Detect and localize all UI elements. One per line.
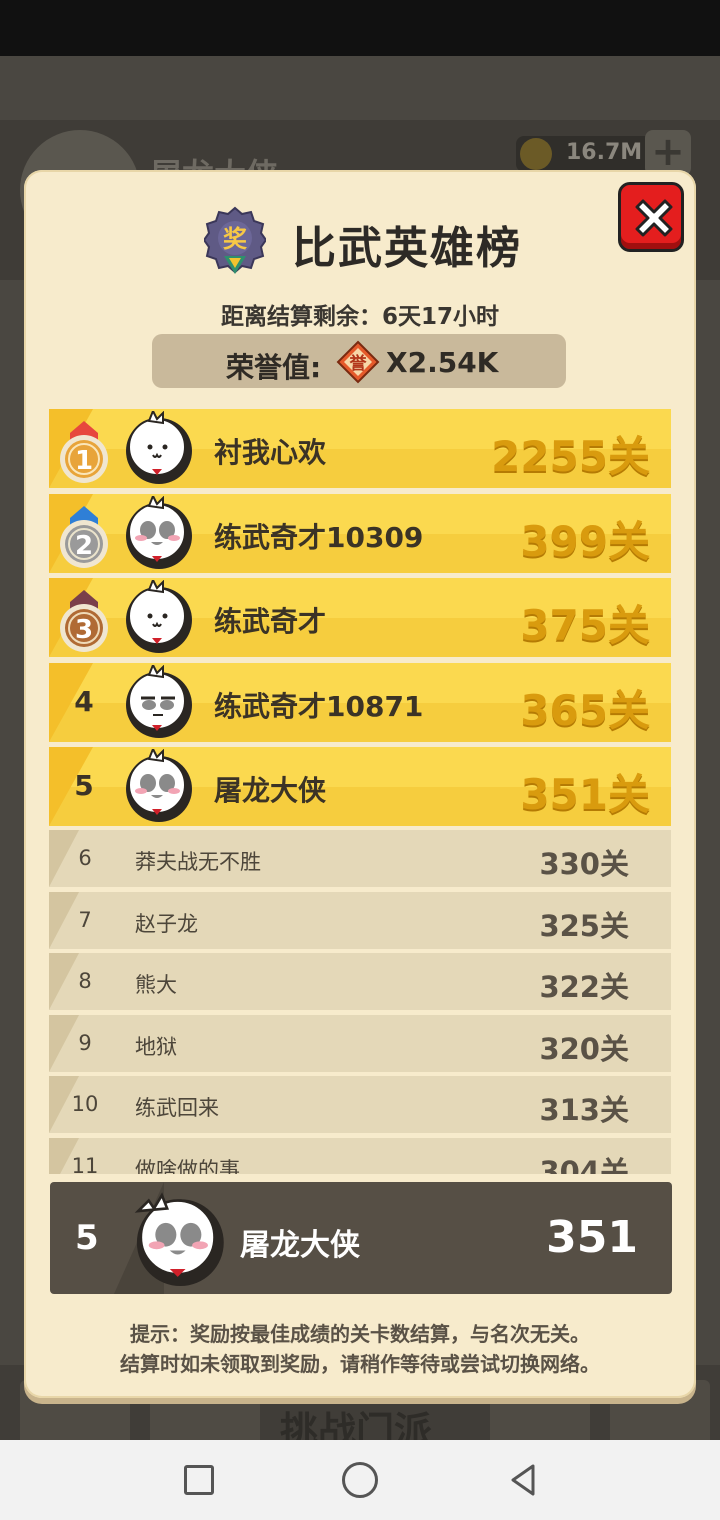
list-score: 313关 [539, 1093, 629, 1127]
list-item: 10 练武回来 313关 [49, 1076, 671, 1133]
award-gear-icon: 奖 [204, 206, 266, 274]
list-name: 熊大 [135, 973, 177, 997]
player-score: 365关 [520, 686, 650, 735]
player-score: 375关 [520, 601, 650, 650]
honor-icon-char: 誉 [350, 353, 368, 374]
player-score: 351关 [520, 770, 650, 819]
home-button[interactable] [342, 1462, 378, 1498]
honor-label: 荣誉值: [226, 351, 322, 384]
honor-badge-icon: 誉 [336, 340, 380, 384]
player-avatar [126, 749, 192, 822]
rank-number: 5 [74, 769, 94, 802]
close-button[interactable] [618, 182, 684, 252]
player-name: 练武奇才10309 [214, 521, 424, 554]
rank-medal-icon: 2 [60, 506, 108, 568]
my-avatar [134, 1192, 224, 1287]
my-score: 351 [546, 1212, 638, 1263]
player-score: 2255关 [491, 432, 650, 481]
list-rank: 10 [71, 1092, 99, 1116]
list-score: 304关 [539, 1154, 629, 1175]
player-name: 练武奇才10871 [214, 690, 424, 723]
rank-medal-icon: 1 [60, 421, 108, 483]
rank-number: 4 [74, 685, 94, 718]
status-bar [0, 0, 720, 56]
leaderboard-list[interactable]: 6 莽夫战无不胜 330关 7 赵子龙 325关 8 熊大 322关 9 地狱 320关 10 练武回来 3… [49, 830, 671, 1174]
list-item: 11 做啥做的事 304关 [49, 1137, 671, 1175]
player-name: 练武奇才 [214, 605, 327, 638]
tip-line-2: 结算时如未领取到奖励，请稍作等待或尝试切换网络。 [120, 1352, 600, 1376]
list-rank: 7 [78, 907, 92, 932]
title-icon-char: 奖 [223, 225, 248, 253]
player-avatar [126, 496, 192, 569]
player-score: 399关 [520, 517, 650, 566]
list-item: 7 赵子龙 325关 [49, 891, 671, 949]
back-button[interactable] [505, 1462, 541, 1498]
my-name: 屠龙大侠 [240, 1228, 360, 1263]
list-score: 320关 [539, 1031, 629, 1066]
list-rank: 8 [78, 969, 92, 993]
player-avatar [126, 580, 192, 653]
list-name: 地狱 [135, 1034, 177, 1059]
list-name: 练武回来 [135, 1096, 219, 1120]
list-score: 330关 [539, 847, 629, 881]
tip-line-1: 提示：奖励按最佳成绩的关卡数结算，与名次无关。 [130, 1322, 590, 1346]
player-name: 屠龙大侠 [214, 774, 327, 807]
rank-medal-icon: 3 [60, 590, 108, 652]
player-avatar [126, 411, 192, 484]
list-item: 9 地狱 320关 [49, 1014, 671, 1072]
coin-icon [520, 138, 552, 170]
background-coin-count: 16.7M [566, 140, 643, 165]
list-name: 莽夫战无不胜 [135, 850, 261, 874]
honor-value: X2.54K [386, 346, 499, 379]
list-score: 325关 [539, 908, 629, 943]
my-rank: 5 [75, 1218, 99, 1258]
player-avatar [126, 665, 192, 738]
dialog-title: 比武英雄榜 [292, 223, 522, 274]
recent-apps-button[interactable] [184, 1465, 214, 1495]
list-rank: 6 [78, 846, 92, 870]
list-item: 8 熊大 322关 [49, 953, 671, 1010]
countdown-text: 距离结算剩余：6天17小时 [220, 304, 499, 330]
rank-badge-number: 2 [75, 531, 93, 561]
rank-badge-number: 1 [75, 446, 93, 476]
list-rank: 11 [71, 1153, 99, 1175]
close-icon [635, 199, 673, 237]
player-name: 衬我心欢 [214, 436, 327, 469]
list-name: 做啥做的事 [135, 1157, 240, 1175]
list-name: 赵子龙 [135, 911, 198, 936]
list-rank: 9 [78, 1030, 92, 1055]
list-score: 322关 [539, 970, 629, 1004]
rank-badge-number: 3 [75, 615, 93, 645]
list-item: 6 莽夫战无不胜 330关 [49, 830, 671, 887]
